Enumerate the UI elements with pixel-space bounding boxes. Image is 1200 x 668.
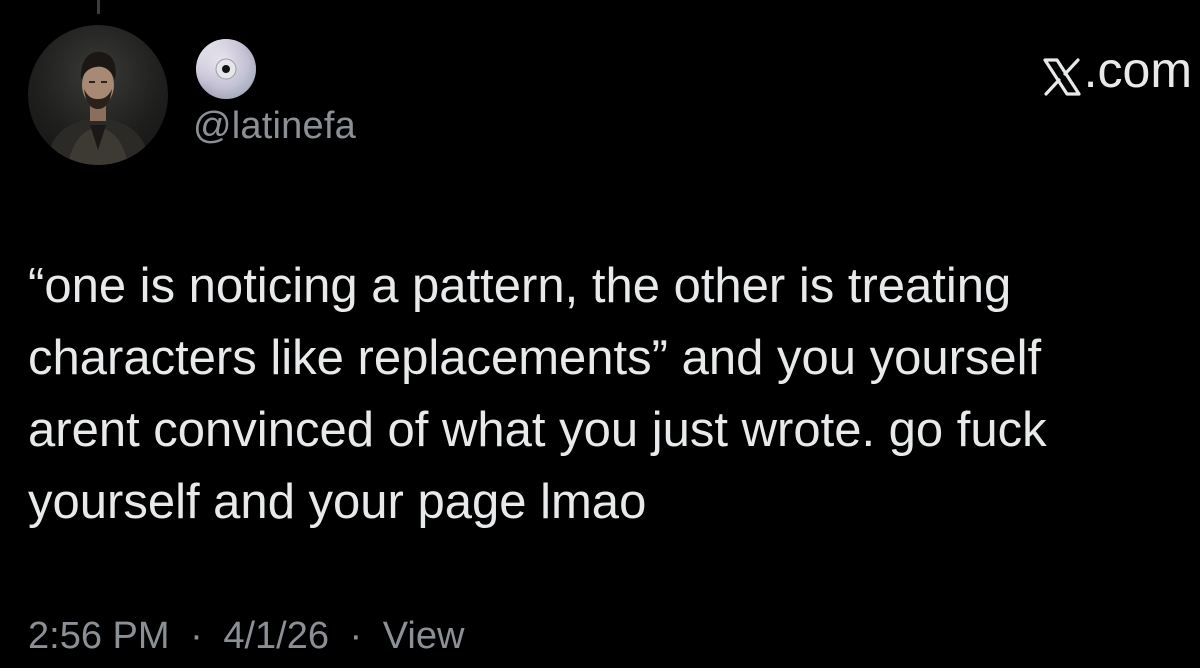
cd-disc-icon[interactable] [193, 36, 259, 102]
avatar-portrait [46, 51, 150, 165]
thread-connector-line [97, 0, 100, 14]
tweet-text: “one is noticing a pattern, the other is… [28, 259, 1047, 529]
x-logo-icon [1042, 50, 1082, 96]
avatar[interactable] [28, 25, 168, 165]
meta-separator: · [349, 615, 363, 657]
site-watermark: .com [1042, 40, 1192, 100]
tweet-date[interactable]: 4/1/26 [223, 615, 329, 657]
site-label-text: .com [1083, 42, 1192, 98]
meta-separator: · [190, 615, 203, 657]
tweet-meta: 2:56 PM · 4/1/26 · View [28, 612, 464, 660]
views-link[interactable]: View [383, 615, 465, 657]
tweet-time[interactable]: 2:56 PM [28, 615, 170, 657]
author-handle[interactable]: @latinefa [193, 102, 356, 150]
